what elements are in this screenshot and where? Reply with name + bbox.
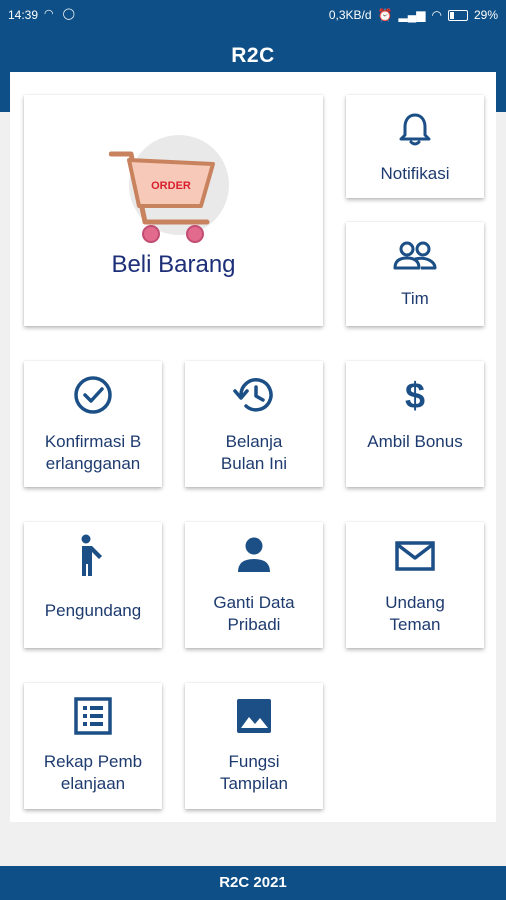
people-icon	[393, 241, 437, 270]
person-icon	[238, 537, 270, 572]
image-icon	[237, 699, 271, 733]
signal-icon: ▂▄▆	[398, 8, 426, 22]
app-title: R2C	[231, 44, 275, 67]
person-waving-icon	[81, 534, 102, 576]
wifi-status-icon: ◠	[44, 8, 57, 20]
svg-text:$: $	[405, 375, 425, 415]
rekap-card[interactable]: Rekap Pemb elanjaan	[24, 683, 162, 809]
ganti-data-label: Ganti Data Pribadi	[213, 593, 295, 634]
belanja-card[interactable]: Belanja Bulan Ini	[185, 361, 323, 487]
bell-icon	[399, 113, 431, 146]
bonus-label: Ambil Bonus	[367, 432, 463, 451]
list-icon	[74, 697, 112, 735]
undang-card[interactable]: Undang Teman	[346, 522, 484, 648]
status-time: 14:39	[8, 8, 39, 22]
rekap-label: Rekap Pemb elanjaan	[43, 752, 143, 793]
dollar-icon: $	[405, 375, 425, 415]
bonus-card[interactable]: $ Ambil Bonus	[346, 361, 484, 487]
pengundang-card[interactable]: Pengundang	[24, 522, 162, 648]
konfirmasi-label: Konfirmasi B erlangganan	[44, 432, 142, 473]
ganti-data-card[interactable]: Ganti Data Pribadi	[185, 522, 323, 648]
whatsapp-icon: ◯	[62, 8, 78, 20]
pengundang-label: Pengundang	[44, 601, 142, 620]
footer-text: R2C 2021	[219, 874, 287, 891]
beli-barang-card[interactable]: ORDER Beli Barang	[24, 95, 323, 326]
notifikasi-card[interactable]: Notifikasi	[346, 95, 484, 198]
status-right: 0,3KB/d ⏰ ▂▄▆ ◠ 29%	[329, 8, 498, 22]
fungsi-card[interactable]: Fungsi Tampilan	[185, 683, 323, 809]
wifi-icon: ◠	[431, 8, 442, 22]
battery-icon	[447, 9, 468, 21]
footer: R2C 2021	[0, 866, 506, 900]
undang-label: Undang Teman	[385, 593, 445, 634]
konfirmasi-card[interactable]: Konfirmasi B erlangganan	[24, 361, 162, 487]
battery-percent: 29%	[473, 8, 498, 22]
belanja-label: Belanja Bulan Ini	[220, 432, 288, 473]
mail-icon	[395, 541, 435, 571]
shopping-cart-icon: ORDER	[108, 135, 229, 243]
notifikasi-label: Notifikasi	[380, 164, 450, 183]
check-circle-icon	[74, 376, 112, 414]
order-badge-text: ORDER	[151, 180, 191, 192]
network-speed: 0,3KB/d	[328, 8, 372, 22]
tim-label: Tim	[401, 289, 429, 308]
notification-icons: ◠ ◯	[44, 7, 78, 20]
history-icon	[233, 378, 273, 412]
alarm-icon: ⏰	[377, 8, 393, 22]
status-bar: 14:39 ◠ ◯ 0,3KB/d ⏰ ▂▄▆ ◠ 29%	[0, 0, 506, 30]
beli-barang-label: Beli Barang	[111, 251, 236, 278]
tim-card[interactable]: Tim	[346, 222, 484, 326]
fungsi-label: Fungsi Tampilan	[219, 752, 289, 793]
